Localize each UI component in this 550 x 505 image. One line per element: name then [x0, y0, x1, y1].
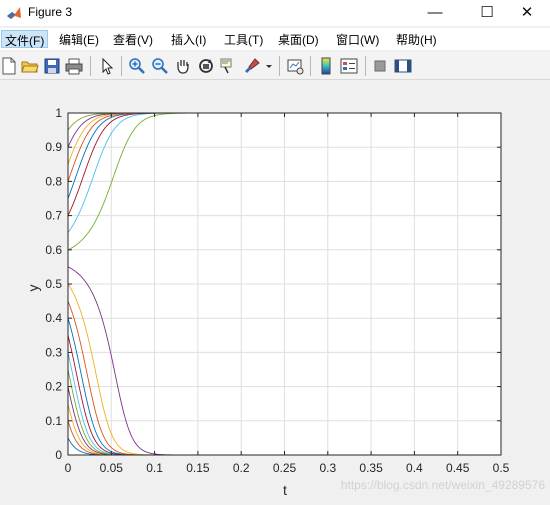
menu-view[interactable]: 查看(V): [110, 30, 156, 48]
menu-file[interactable]: 文件(F): [1, 30, 49, 48]
toolbar-separator: [310, 56, 311, 76]
zoom-out-icon[interactable]: [151, 57, 169, 75]
menu-bar: 文件(F) 编辑(E) 查看(V) 插入(I) 工具(T) 桌面(D) 窗口(W…: [0, 28, 550, 50]
colorbar-icon[interactable]: [317, 57, 335, 75]
figure-window: Figure 3 — ☐ ✕ 文件(F) 编辑(E) 查看(V) 插入(I) 工…: [0, 0, 550, 500]
toolbar-separator: [279, 56, 280, 76]
open-folder-icon[interactable]: [21, 57, 39, 75]
brush-icon[interactable]: [243, 57, 261, 75]
menu-desktop[interactable]: 桌面(D): [275, 30, 322, 48]
x-tick-label: 0.35: [359, 461, 383, 475]
link-plot-icon[interactable]: [286, 57, 304, 75]
x-tick-label: 0: [65, 461, 72, 475]
x-tick-label: 0.25: [273, 461, 297, 475]
title-bar: Figure 3 — ☐ ✕: [0, 0, 550, 26]
y-tick-label: 1: [55, 106, 62, 120]
toolbar-separator: [365, 56, 366, 76]
zoom-in-icon[interactable]: [128, 57, 146, 75]
y-tick-label: 0.4: [45, 311, 62, 325]
y-tick-label: 0.2: [45, 380, 62, 394]
menu-help[interactable]: 帮助(H): [393, 30, 440, 48]
y-tick-label: 0.9: [45, 140, 62, 154]
new-file-icon[interactable]: [0, 57, 18, 75]
y-tick-label: 0.7: [45, 209, 62, 223]
dropdown-arrow-icon[interactable]: [264, 57, 274, 75]
minimize-button[interactable]: —: [412, 0, 458, 24]
y-axis-label: y: [25, 285, 41, 292]
data-cursor-icon[interactable]: [219, 57, 237, 75]
menu-tools[interactable]: 工具(T): [221, 30, 266, 48]
rotate-3d-icon[interactable]: [197, 57, 215, 75]
toolbar-separator: [121, 56, 122, 76]
x-tick-label: 0.05: [100, 461, 124, 475]
y-tick-label: 0.3: [45, 345, 62, 359]
pointer-icon[interactable]: [98, 57, 116, 75]
x-tick-label: 0.5: [493, 461, 510, 475]
y-tick-label: 0.1: [45, 414, 62, 428]
x-tick-label: 0.4: [406, 461, 423, 475]
y-tick-label: 0.5: [45, 277, 62, 291]
y-tick-label: 0.6: [45, 243, 62, 257]
close-button[interactable]: ✕: [504, 0, 550, 24]
line-chart[interactable]: 0 0.05 0.1 0.15 0.2 0.25 0.3 0.35 0.4 0.45 0.5 0 0.1…: [0, 81, 550, 500]
pan-hand-icon[interactable]: [174, 57, 192, 75]
x-axis-label: t: [283, 482, 287, 498]
print-icon[interactable]: [65, 57, 83, 75]
watermark-text: https://blog.csdn.net/weixin_49289576: [341, 478, 545, 492]
menu-edit[interactable]: 编辑(E): [56, 30, 102, 48]
toolbar-separator: [90, 56, 91, 76]
x-tick-label: 0.1: [146, 461, 163, 475]
x-tick-label: 0.45: [446, 461, 470, 475]
hide-plot-tools-icon[interactable]: [371, 57, 389, 75]
menu-window[interactable]: 窗口(W): [333, 30, 382, 48]
x-tick-label: 0.2: [233, 461, 250, 475]
window-title: Figure 3: [28, 5, 73, 19]
matlab-logo-icon: [6, 5, 22, 21]
x-tick-label: 0.15: [186, 461, 210, 475]
figure-toolbar: [0, 52, 550, 80]
y-tick-label: 0.8: [45, 174, 62, 188]
figure-canvas: 0 0.05 0.1 0.15 0.2 0.25 0.3 0.35 0.4 0.45 0.5 0 0.1…: [0, 81, 550, 500]
menu-insert[interactable]: 插入(I): [168, 30, 209, 48]
legend-icon[interactable]: [340, 57, 358, 75]
x-tick-label: 0.3: [319, 461, 336, 475]
show-plot-tools-icon[interactable]: [394, 57, 412, 75]
y-tick-label: 0: [55, 448, 62, 462]
save-icon[interactable]: [43, 57, 61, 75]
